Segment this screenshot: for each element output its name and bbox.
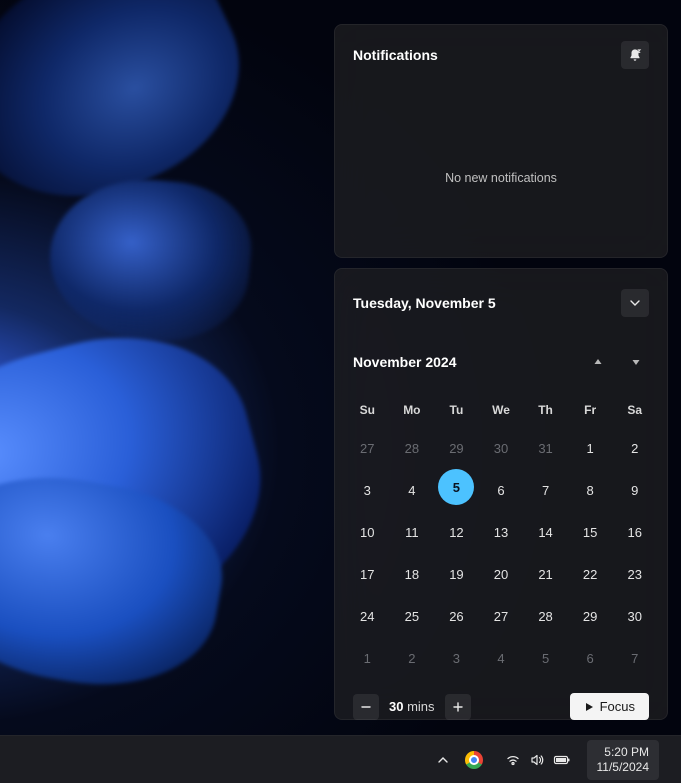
- focus-decrease-button[interactable]: [353, 694, 379, 720]
- calendar-day[interactable]: 2: [614, 427, 656, 469]
- calendar-day[interactable]: 27: [480, 595, 522, 637]
- focus-duration-unit: mins: [407, 699, 434, 714]
- calendar-day-header: Tu: [434, 393, 479, 427]
- calendar-day[interactable]: 25: [391, 595, 433, 637]
- calendar-day[interactable]: 7: [614, 637, 656, 679]
- play-icon: [584, 702, 594, 712]
- calendar-day[interactable]: 13: [480, 511, 522, 553]
- calendar-day[interactable]: 9: [614, 469, 656, 511]
- calendar-day[interactable]: 6: [480, 469, 522, 511]
- triangle-up-icon: [593, 357, 603, 367]
- chrome-icon: [465, 751, 483, 769]
- calendar-day[interactable]: 1: [346, 637, 388, 679]
- do-not-disturb-button[interactable]: [621, 41, 649, 69]
- calendar-grid: SuMoTuWeThFrSa27282930311234567891011121…: [335, 387, 667, 679]
- calendar-day[interactable]: 3: [346, 469, 388, 511]
- calendar-day[interactable]: 8: [569, 469, 611, 511]
- chevron-up-icon: [437, 754, 449, 766]
- focus-start-button[interactable]: Focus: [570, 693, 649, 720]
- calendar-day[interactable]: 14: [525, 511, 567, 553]
- calendar-day[interactable]: 12: [435, 511, 477, 553]
- clock-button[interactable]: 5:20 PM 11/5/2024: [587, 740, 660, 780]
- notifications-empty-message: No new notifications: [353, 171, 649, 185]
- notifications-panel: Notifications No new notifications: [334, 24, 668, 258]
- calendar-day[interactable]: 4: [391, 469, 433, 511]
- calendar-day[interactable]: 6: [569, 637, 611, 679]
- calendar-day[interactable]: 17: [346, 553, 388, 595]
- calendar-day[interactable]: 29: [569, 595, 611, 637]
- prev-month-button[interactable]: [585, 349, 611, 375]
- calendar-day[interactable]: 3: [435, 637, 477, 679]
- calendar-day[interactable]: 28: [391, 427, 433, 469]
- calendar-day[interactable]: 1: [569, 427, 611, 469]
- calendar-day-header: Su: [345, 393, 390, 427]
- tray-overflow-button[interactable]: [431, 740, 455, 780]
- calendar-day[interactable]: 16: [614, 511, 656, 553]
- plus-icon: [453, 702, 463, 712]
- calendar-day[interactable]: 24: [346, 595, 388, 637]
- focus-increase-button[interactable]: [445, 694, 471, 720]
- chevron-down-icon: [630, 298, 640, 308]
- notification-center-button[interactable]: [663, 740, 677, 780]
- calendar-day[interactable]: 19: [435, 553, 477, 595]
- calendar-day[interactable]: 29: [435, 427, 477, 469]
- calendar-day[interactable]: 30: [480, 427, 522, 469]
- calendar-day[interactable]: 15: [569, 511, 611, 553]
- calendar-day[interactable]: 18: [391, 553, 433, 595]
- calendar-day-header: We: [479, 393, 524, 427]
- calendar-day[interactable]: 23: [614, 553, 656, 595]
- calendar-day[interactable]: 31: [525, 427, 567, 469]
- next-month-button[interactable]: [623, 349, 649, 375]
- taskbar-date: 11/5/2024: [597, 760, 650, 775]
- calendar-day-header: Fr: [568, 393, 613, 427]
- wifi-icon: [505, 752, 521, 768]
- month-year-label[interactable]: November 2024: [353, 354, 457, 370]
- calendar-day[interactable]: 4: [480, 637, 522, 679]
- tray-chrome-button[interactable]: [459, 740, 489, 780]
- selected-date-label[interactable]: Tuesday, November 5: [353, 295, 496, 311]
- calendar-day-header: Th: [523, 393, 568, 427]
- calendar-day[interactable]: 7: [525, 469, 567, 511]
- calendar-day[interactable]: 10: [346, 511, 388, 553]
- triangle-down-icon: [631, 357, 641, 367]
- focus-duration-label: 30 mins: [389, 699, 435, 714]
- collapse-calendar-button[interactable]: [621, 289, 649, 317]
- calendar-day-today[interactable]: 5: [438, 469, 474, 505]
- calendar-day[interactable]: 21: [525, 553, 567, 595]
- calendar-day[interactable]: 28: [525, 595, 567, 637]
- calendar-day[interactable]: 26: [435, 595, 477, 637]
- calendar-day[interactable]: 27: [346, 427, 388, 469]
- calendar-day[interactable]: 30: [614, 595, 656, 637]
- calendar-day-header: Mo: [390, 393, 435, 427]
- battery-icon: [553, 752, 571, 768]
- taskbar-time: 5:20 PM: [604, 745, 649, 760]
- calendar-panel: Tuesday, November 5 November 2024 SuMoTu…: [334, 268, 668, 720]
- focus-duration-value: 30: [389, 699, 403, 714]
- quick-settings-button[interactable]: [493, 740, 583, 780]
- calendar-day[interactable]: 22: [569, 553, 611, 595]
- focus-button-label: Focus: [600, 699, 635, 714]
- bell-snooze-icon: [628, 48, 642, 62]
- minus-icon: [361, 702, 371, 712]
- calendar-day[interactable]: 2: [391, 637, 433, 679]
- calendar-day[interactable]: 5: [525, 637, 567, 679]
- notifications-title: Notifications: [353, 47, 438, 63]
- calendar-day-header: Sa: [612, 393, 657, 427]
- calendar-day[interactable]: 11: [391, 511, 433, 553]
- taskbar: 5:20 PM 11/5/2024: [0, 735, 681, 783]
- speaker-icon: [529, 752, 545, 768]
- calendar-day[interactable]: 20: [480, 553, 522, 595]
